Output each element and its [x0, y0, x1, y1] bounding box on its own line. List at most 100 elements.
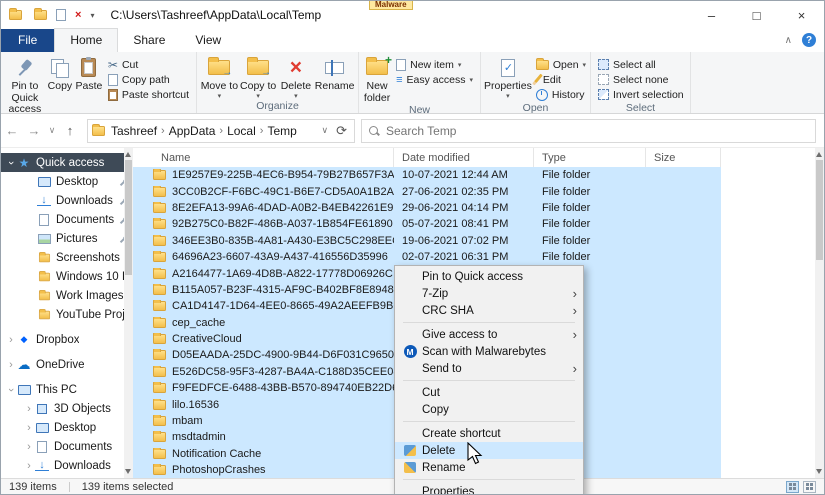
menu-item-rename[interactable]: Rename [395, 459, 583, 476]
edit-button[interactable]: Edit [532, 72, 590, 87]
sidebar-item-quick-access[interactable]: ›★Quick access [1, 153, 133, 172]
sidebar-item-pictures[interactable]: Pictures [1, 229, 133, 248]
maximize-button[interactable]: □ [734, 1, 779, 29]
search-input[interactable] [386, 124, 809, 138]
open-button[interactable]: Open▾ [532, 57, 590, 72]
details-view-button[interactable] [786, 481, 799, 493]
column-header-date-modified[interactable]: Date modified [394, 148, 534, 167]
sidebar-item-screenshots[interactable]: Screenshots [1, 248, 133, 267]
tab-file[interactable]: File [1, 29, 54, 52]
invert-selection-button[interactable]: Invert selection [594, 87, 688, 102]
scrollbar-thumb[interactable] [125, 160, 132, 275]
close-button[interactable]: × [779, 1, 824, 29]
thumbnails-view-button[interactable] [803, 481, 816, 493]
scroll-down-icon[interactable] [816, 469, 822, 474]
copy-to-button[interactable]: Copy to▾ [239, 54, 278, 100]
qat-properties-icon[interactable] [56, 9, 66, 21]
qat-folder-icon[interactable] [34, 10, 47, 20]
help-icon[interactable]: ? [802, 33, 816, 47]
breadcrumb-item-tashreef[interactable]: Tashreef [107, 122, 161, 140]
expander-chevron-icon[interactable]: › [5, 157, 17, 169]
menu-item-properties[interactable]: Properties [395, 483, 583, 495]
menu-item-give-access-to[interactable]: Give access to› [395, 326, 583, 343]
expander-chevron-icon[interactable]: › [23, 403, 35, 415]
sidebar-item-3d-objects[interactable]: ›3D Objects [1, 399, 133, 418]
expander-chevron-icon[interactable]: › [5, 384, 17, 396]
sidebar-item-downloads[interactable]: ↓Downloads [1, 191, 133, 210]
menu-item-cut[interactable]: Cut [395, 384, 583, 401]
easy-access-button[interactable]: ≡Easy access▾ [392, 72, 477, 87]
qat-customize-chevron-icon[interactable]: ▾ [90, 11, 94, 20]
sidebar-item-documents[interactable]: ›Documents [1, 437, 133, 456]
sidebar-item-windows-10-iso[interactable]: Windows 10 ISO [1, 267, 133, 286]
menu-item-7-zip[interactable]: 7-Zip› [395, 285, 583, 302]
collapse-ribbon-icon[interactable]: ∧ [785, 35, 792, 46]
breadcrumb-item-local[interactable]: Local [223, 122, 260, 140]
expander-chevron-icon[interactable]: › [23, 460, 35, 472]
menu-item-delete[interactable]: Delete [395, 442, 583, 459]
copy-button[interactable]: Copy [46, 54, 74, 93]
file-row[interactable]: 346EE3B0-835B-4A81-A430-E3BC5C298EEC19-0… [133, 233, 721, 249]
select-none-button[interactable]: Select none [594, 72, 688, 87]
file-row[interactable]: 1E9257E9-225B-4EC6-B954-79B27B657F3A10-0… [133, 167, 721, 183]
paste-button[interactable]: Paste [74, 54, 104, 93]
scrollbar-thumb[interactable] [816, 160, 823, 260]
tab-share[interactable]: Share [118, 29, 180, 52]
sidebar-item-this-pc[interactable]: ›This PC [1, 380, 133, 399]
sidebar-item-downloads[interactable]: ›↓Downloads [1, 456, 133, 475]
rename-button[interactable]: Rename [314, 54, 355, 93]
new-folder-button[interactable]: New folder [362, 54, 392, 104]
recent-locations-chevron-icon[interactable]: ∨ [45, 120, 59, 142]
scroll-up-icon[interactable] [816, 152, 822, 157]
qat-delete-icon[interactable]: × [75, 10, 81, 21]
menu-item-scan-with-malwarebytes[interactable]: MScan with Malwarebytes [395, 343, 583, 360]
refresh-button[interactable]: ⟳ [333, 123, 350, 139]
sidebar-item-desktop[interactable]: Desktop [1, 172, 133, 191]
history-button[interactable]: History [532, 87, 590, 102]
sidebar-item-dropbox[interactable]: ›◆Dropbox [1, 330, 133, 349]
minimize-button[interactable]: – [689, 1, 734, 29]
up-button[interactable]: ↑ [59, 120, 81, 142]
breadcrumb-item-temp[interactable]: Temp [263, 122, 300, 140]
sidebar-scrollbar[interactable] [124, 148, 133, 478]
expander-chevron-icon[interactable]: › [23, 422, 35, 434]
address-dropdown-icon[interactable]: ∨ [319, 125, 332, 136]
menu-item-create-shortcut[interactable]: Create shortcut [395, 425, 583, 442]
menu-item-copy[interactable]: Copy [395, 401, 583, 418]
cut-button[interactable]: ✂Cut [104, 57, 193, 72]
file-row[interactable]: 3CC0B2CF-F6BC-49C1-B6E7-CD5A0A1B2ABB27-0… [133, 183, 721, 199]
paste-shortcut-button[interactable]: Paste shortcut [104, 87, 193, 102]
column-header-size[interactable]: Size [646, 148, 721, 167]
tab-view[interactable]: View [180, 29, 236, 52]
tab-home[interactable]: Home [54, 28, 118, 52]
file-row[interactable]: 8E2EFA13-99A6-4DAD-A0B2-B4EB42261E9D29-0… [133, 200, 721, 216]
search-box[interactable] [361, 119, 816, 143]
expander-chevron-icon[interactable]: › [5, 359, 17, 371]
expander-chevron-icon[interactable]: › [5, 334, 17, 346]
move-to-button[interactable]: Move to▾ [200, 54, 239, 100]
file-row[interactable]: 92B275C0-B82F-486B-A037-1B854FE6189005-0… [133, 216, 721, 232]
sidebar-item-desktop[interactable]: ›Desktop [1, 418, 133, 437]
scroll-down-icon[interactable] [125, 469, 131, 474]
delete-button[interactable]: × Delete▾ [278, 54, 315, 100]
copy-path-button[interactable]: Copy path [104, 72, 193, 87]
sidebar-item-documents[interactable]: Documents [1, 210, 133, 229]
pin-to-quick-access-button[interactable]: Pin to Quick access [4, 54, 46, 116]
file-list-scrollbar[interactable] [815, 148, 824, 478]
back-button[interactable]: ← [1, 120, 23, 142]
menu-item-send-to[interactable]: Send to› [395, 360, 583, 377]
scroll-up-icon[interactable] [125, 152, 131, 157]
column-header-name[interactable]: Name [133, 148, 394, 167]
file-row[interactable]: 64696A23-6607-43A9-A437-416556D3599602-0… [133, 249, 721, 265]
select-all-button[interactable]: Select all [594, 57, 688, 72]
menu-item-pin-to-quick-access[interactable]: Pin to Quick access [395, 268, 583, 285]
column-header-type[interactable]: Type [534, 148, 646, 167]
sidebar-item-onedrive[interactable]: ›☁OneDrive [1, 355, 133, 374]
forward-button[interactable]: → [23, 120, 45, 142]
new-item-button[interactable]: New item▾ [392, 57, 477, 72]
expander-chevron-icon[interactable]: › [23, 441, 35, 453]
sidebar-item-youtube-project-ou[interactable]: YouTube Project Ou [1, 305, 133, 324]
menu-item-crc-sha[interactable]: CRC SHA› [395, 302, 583, 319]
sidebar-item-work-images[interactable]: Work Images [1, 286, 133, 305]
breadcrumb-item-appdata[interactable]: AppData [165, 122, 220, 140]
